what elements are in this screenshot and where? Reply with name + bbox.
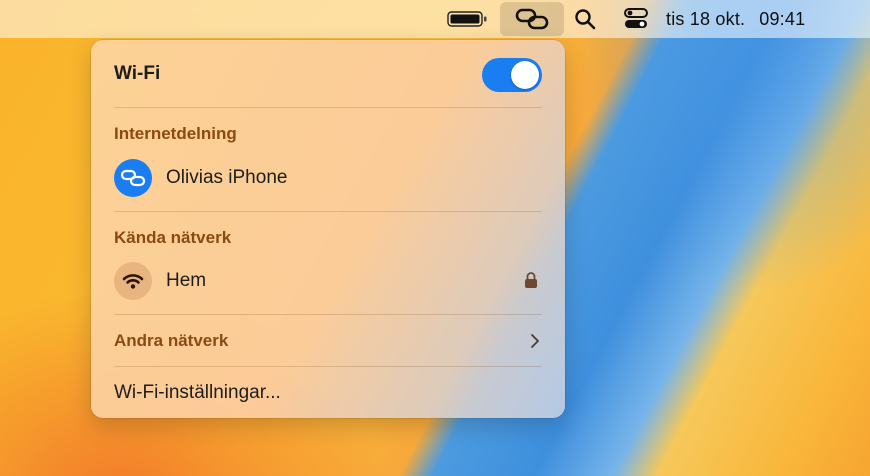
personal-hotspot-menu-item[interactable]	[500, 2, 564, 36]
personal-hotspot-link-icon	[515, 8, 549, 30]
hotspot-device-name: Olivias iPhone	[166, 167, 288, 188]
known-networks-header: Kända nätverk	[114, 227, 542, 249]
wifi-toggle-knob	[511, 61, 539, 89]
magnifying-glass-icon	[575, 9, 596, 30]
known-network-row[interactable]: Hem	[114, 261, 542, 301]
wifi-toggle[interactable]	[482, 58, 542, 92]
divider	[114, 211, 542, 212]
known-network-name: Hem	[166, 270, 207, 291]
known-networks-label: Kända nätverk	[114, 228, 232, 247]
other-networks-row[interactable]: Andra nätverk	[114, 330, 542, 352]
battery-icon	[447, 11, 487, 27]
wifi-icon-badge	[114, 262, 152, 300]
hotspot-section-label: Internetdelning	[114, 124, 237, 143]
divider	[114, 366, 542, 367]
divider	[114, 314, 542, 315]
wifi-menu-panel: Wi-Fi Internetdelning Olivias iPhone Kän…	[91, 40, 565, 418]
spotlight-search[interactable]	[568, 0, 602, 38]
wifi-settings-link[interactable]: Wi-Fi-inställningar...	[114, 382, 281, 404]
lock-icon	[525, 272, 537, 288]
hotspot-device-row[interactable]: Olivias iPhone	[114, 158, 542, 198]
menu-bar-time: 09:41	[759, 8, 806, 29]
wifi-header: Wi-Fi	[114, 54, 542, 94]
menu-bar-clock[interactable]: tis 18 okt. 09:41	[666, 0, 856, 38]
wifi-icon	[122, 274, 144, 289]
menu-bar-date: tis 18 okt.	[666, 8, 746, 29]
battery-status[interactable]	[444, 0, 492, 38]
control-center-icon	[624, 8, 648, 28]
chevron-right-icon	[531, 334, 539, 348]
wifi-title: Wi-Fi	[114, 63, 161, 84]
hotspot-section-header: Internetdelning	[114, 123, 542, 145]
personal-hotspot-link-icon	[120, 169, 146, 187]
hotspot-device-icon-badge	[114, 159, 152, 197]
other-networks-label: Andra nätverk	[114, 331, 229, 350]
control-center[interactable]	[616, 0, 656, 38]
divider	[114, 107, 542, 108]
wifi-settings-row[interactable]: Wi-Fi-inställningar...	[114, 381, 542, 405]
menu-bar: tis 18 okt. 09:41	[0, 0, 870, 38]
